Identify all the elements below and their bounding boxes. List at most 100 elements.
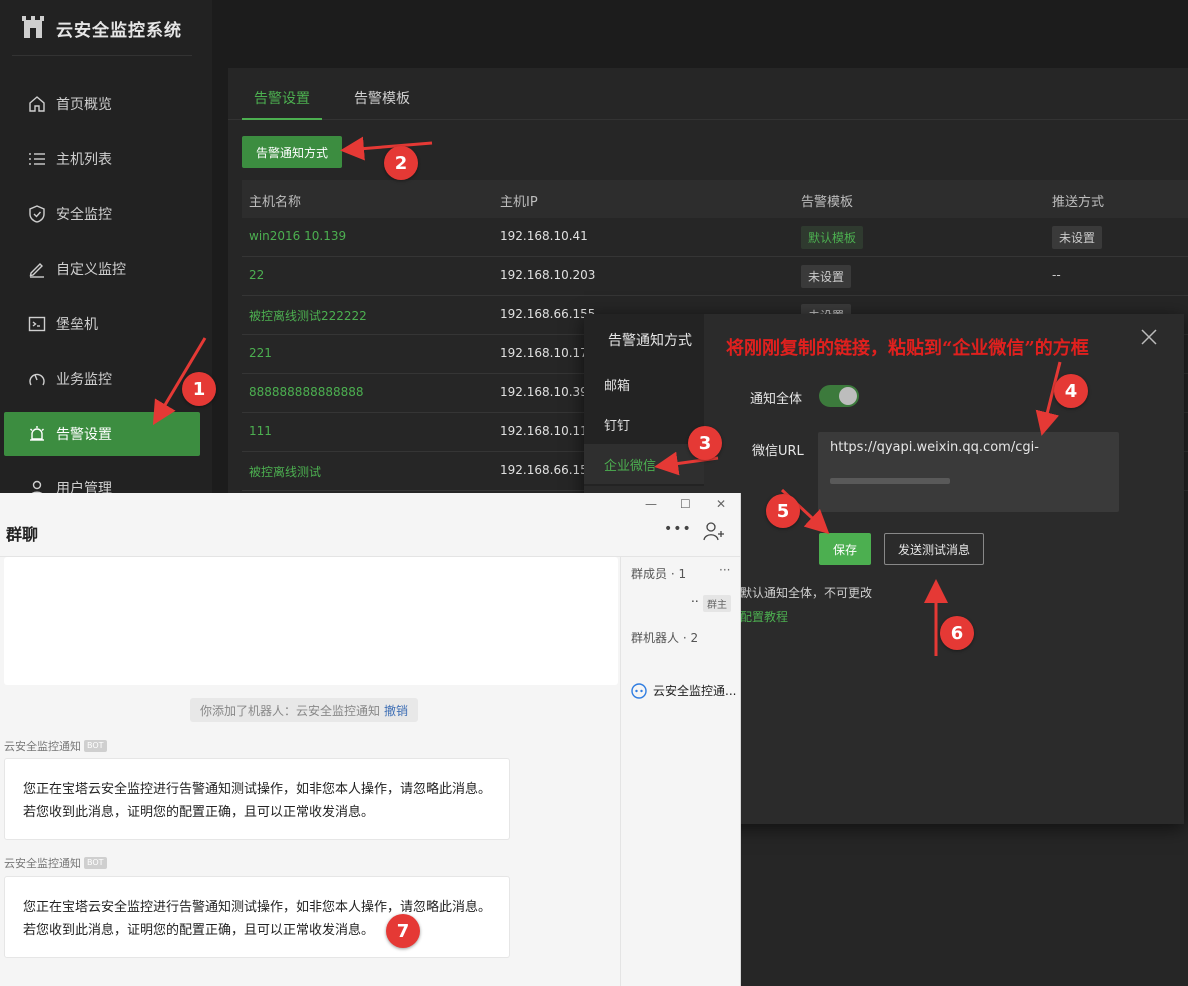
minimize-icon[interactable]: — — [645, 497, 659, 511]
host-name[interactable]: 221 — [249, 346, 272, 360]
app-title: 云安全监控系统 — [56, 21, 182, 41]
host-ip: 192.168.10.39 — [500, 385, 588, 399]
notify-method-button[interactable]: 告警通知方式 — [242, 136, 342, 168]
message-line: 若您收到此消息，证明您的配置正确，且可以正常收发消息。 — [23, 923, 375, 938]
more-members-icon[interactable]: ··· — [719, 563, 730, 577]
host-name[interactable]: 111 — [249, 424, 272, 438]
robot-item[interactable]: 云安全监控通... — [631, 682, 736, 699]
sidebar-item-bastion[interactable]: 堡垒机 — [4, 302, 200, 346]
host-name[interactable]: 被控离线测试 — [249, 463, 321, 480]
system-message-text: 你添加了机器人：云安全监控通知 — [200, 704, 381, 718]
alarm-icon — [26, 423, 48, 445]
maximize-icon[interactable]: ☐ — [680, 497, 694, 511]
step-badge-5: 5 — [766, 494, 800, 528]
edit-icon — [26, 258, 48, 280]
sidebar-item-label: 安全监控 — [56, 207, 112, 223]
sidebar-item-custom-monitor[interactable]: 自定义监控 — [4, 247, 200, 291]
notify-all-toggle[interactable] — [819, 385, 859, 407]
list-icon — [26, 148, 48, 170]
close-icon[interactable] — [1140, 328, 1158, 346]
robot-icon — [631, 682, 647, 699]
tutorial-link[interactable]: 配置教程 — [740, 608, 788, 625]
sender-name: 云安全监控通知 — [4, 857, 81, 870]
bot-tag: BOT — [84, 740, 107, 752]
host-name[interactable]: 被控离线测试222222 — [249, 307, 367, 324]
tab-bar: 告警设置 告警模板 — [228, 68, 1188, 120]
host-name[interactable]: win2016 10.139 — [249, 229, 346, 243]
group-chat-window: 群聊 — ☐ ✕ ••• 你添加了机器人：云安全监控通知 撤销 云安全监控通知 BO… — [0, 493, 741, 986]
previous-message-card — [4, 557, 618, 685]
home-icon — [26, 93, 48, 115]
step-badge-3: 3 — [688, 426, 722, 460]
sidebar-item-alarm[interactable]: 告警设置 — [4, 412, 200, 456]
redacted-text — [830, 478, 950, 484]
dialog-nav-dingtalk[interactable]: 钉钉 — [584, 404, 704, 444]
table-row[interactable]: 22 192.168.10.203 未设置 -- — [242, 257, 1188, 296]
template-tag[interactable]: 未设置 — [801, 265, 852, 288]
host-name[interactable]: 888888888888888 — [249, 385, 364, 399]
column-header: 告警模板 — [801, 195, 854, 210]
message-line: 若您收到此消息，证明您的配置正确，且可以正常收发消息。 — [23, 805, 375, 820]
sidebar-item-overview[interactable]: 首页概览 — [4, 82, 200, 126]
brand: 云安全监控系统 — [0, 0, 212, 55]
sidebar-item-security[interactable]: 安全监控 — [4, 192, 200, 236]
sidebar-item-label: 告警设置 — [56, 427, 112, 443]
gauge-icon — [26, 368, 48, 390]
annotation-note: 将刚刚复制的链接，粘贴到“企业微信”的方框 — [726, 338, 1089, 359]
step-badge-2: 2 — [384, 146, 418, 180]
more-icon[interactable]: ••• — [664, 521, 692, 537]
step-badge-6: 6 — [940, 616, 974, 650]
dialog-nav-wecom[interactable]: 企业微信 — [584, 444, 704, 484]
members-header: 群成员 · 1 — [631, 567, 687, 581]
robot-name: 云安全监控通... — [653, 684, 737, 698]
close-window-icon[interactable]: ✕ — [716, 497, 730, 511]
push-tag[interactable]: 未设置 — [1052, 226, 1103, 249]
host-ip: 192.168.10.179 — [500, 346, 596, 360]
sidebar-item-label: 首页概览 — [56, 97, 112, 113]
add-member-icon[interactable] — [703, 521, 725, 541]
system-message: 你添加了机器人：云安全监控通知 撤销 — [190, 698, 419, 722]
terminal-icon — [26, 313, 48, 335]
wechat-url-input[interactable]: https://qyapi.weixin.qq.com/cgi- — [818, 432, 1119, 512]
message-sender: 云安全监控通知 BOT — [4, 738, 107, 754]
url-value: https://qyapi.weixin.qq.com/cgi- — [830, 440, 1039, 455]
divider — [12, 55, 192, 56]
sidebar-item-label: 自定义监控 — [56, 262, 126, 278]
bot-tag: BOT — [84, 857, 107, 869]
chat-header: 群聊 — ☐ ✕ ••• — [0, 493, 740, 557]
step-badge-4: 4 — [1054, 374, 1088, 408]
host-name[interactable]: 22 — [249, 268, 264, 282]
sidebar-item-label: 堡垒机 — [56, 317, 98, 333]
dialog-nav-email[interactable]: 邮箱 — [584, 364, 704, 404]
wechat-url-label: 微信URL — [752, 444, 804, 459]
sidebar-item-business[interactable]: 业务监控 — [4, 357, 200, 401]
table-header: 主机名称 主机IP 告警模板 推送方式 — [242, 180, 1188, 218]
host-ip: 192.168.10.110 — [500, 424, 596, 438]
chat-sidebar: 群成员 · 1 ··· .. 群主 群机器人 · 2 云安全监控通... — [620, 557, 740, 986]
notify-hint: 默认通知全体，不可更改 — [740, 586, 873, 600]
sidebar-item-hosts[interactable]: 主机列表 — [4, 137, 200, 181]
tab-active-indicator — [242, 118, 322, 120]
send-test-button[interactable]: 发送测试消息 — [884, 533, 984, 565]
tab-alarm-settings[interactable]: 告警设置 — [254, 88, 310, 108]
owner-tag: 群主 — [703, 595, 731, 612]
tab-alarm-templates[interactable]: 告警模板 — [354, 88, 410, 108]
message-line: 您正在宝塔云安全监控进行告警通知测试操作，如非您本人操作，请忽略此消息。 — [23, 782, 492, 797]
template-tag[interactable]: 默认模板 — [801, 226, 864, 249]
message-bubble: 您正在宝塔云安全监控进行告警通知测试操作，如非您本人操作，请忽略此消息。 若您收… — [4, 876, 510, 958]
column-header: 主机名称 — [249, 195, 302, 210]
member-name[interactable]: .. — [691, 591, 699, 605]
revoke-link[interactable]: 撤销 — [384, 704, 408, 718]
host-ip: 192.168.66.159 — [500, 463, 596, 477]
table-row[interactable]: win2016 10.139 192.168.10.41 默认模板 未设置 — [242, 218, 1188, 257]
sidebar-item-label: 主机列表 — [56, 152, 112, 168]
tower-logo-icon — [22, 16, 44, 38]
message-bubble: 您正在宝塔云安全监控进行告警通知测试操作，如非您本人操作，请忽略此消息。 若您收… — [4, 758, 510, 840]
host-ip: 192.168.10.41 — [500, 229, 588, 243]
toggle-knob — [839, 387, 857, 405]
push-value: -- — [1052, 268, 1061, 282]
chat-title: 群聊 — [6, 525, 39, 544]
robots-header: 群机器人 · 2 — [631, 631, 699, 645]
save-button[interactable]: 保存 — [819, 533, 871, 565]
step-badge-7: 7 — [386, 914, 420, 948]
